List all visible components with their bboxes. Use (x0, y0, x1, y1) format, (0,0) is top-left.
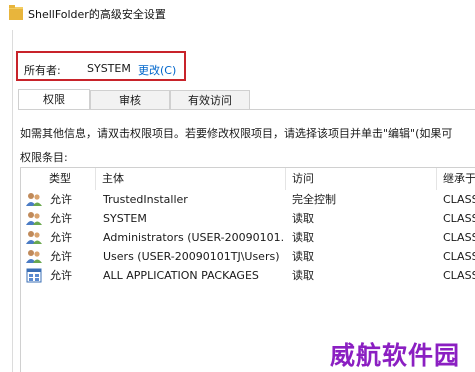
entry-principal: Users (USER-20090101TJ\Users) (103, 250, 280, 263)
column-header-access[interactable]: 访问 (286, 168, 437, 190)
entry-type: 允许 (50, 231, 72, 244)
entry-inherited-from: CLASS (443, 193, 475, 206)
entry-principal: ALL APPLICATION PACKAGES (103, 269, 259, 282)
change-owner-link[interactable]: 更改(C) (138, 62, 176, 78)
users-icon (26, 193, 42, 206)
entry-inherited-from: CLASS (443, 212, 475, 225)
window-title: ShellFolder的高级安全设置 (28, 8, 166, 21)
entry-access: 读取 (292, 250, 314, 263)
entry-type: 允许 (50, 212, 72, 225)
entry-principal: SYSTEM (103, 212, 147, 225)
entry-access: 完全控制 (292, 193, 336, 206)
table-row[interactable]: 允许 Users (USER-20090101TJ\Users) 读取 CLAS… (21, 247, 475, 266)
app-packages-icon (26, 268, 42, 283)
users-icon (26, 250, 42, 263)
users-icon (26, 212, 42, 225)
info-text: 如需其他信息，请双击权限项目。若要修改权限项目，请选择该项目并单击"编辑"(如果… (20, 127, 453, 140)
entry-type: 允许 (50, 269, 72, 282)
users-icon (26, 231, 42, 244)
tab-permissions[interactable]: 权限 (18, 89, 90, 109)
entry-inherited-from: CLASS (443, 231, 475, 244)
entry-type: 允许 (50, 193, 72, 206)
table-row[interactable]: 允许 Administrators (USER-20090101... 读取 C… (21, 228, 475, 247)
entry-type: 允许 (50, 250, 72, 263)
column-header-type[interactable]: 类型 (43, 168, 96, 190)
owner-value: SYSTEM (87, 62, 131, 75)
tab-auditing[interactable]: 审核 (90, 90, 170, 109)
tab-effective-access[interactable]: 有效访问 (170, 90, 250, 109)
entry-access: 读取 (292, 269, 314, 282)
owner-label: 所有者: (24, 64, 61, 77)
column-header-principal[interactable]: 主体 (96, 168, 286, 190)
entry-principal: TrustedInstaller (103, 193, 188, 206)
entry-inherited-from: CLASS (443, 269, 475, 282)
entry-principal: Administrators (USER-20090101... (103, 231, 283, 244)
watermark: 威航软件园 (330, 341, 461, 370)
column-header-inherited-from[interactable]: 继承于 (437, 168, 475, 190)
table-row[interactable]: 允许 TrustedInstaller 完全控制 CLASS (21, 190, 475, 209)
entry-access: 读取 (292, 212, 314, 225)
title-bar: ShellFolder的高级安全设置 (0, 0, 475, 30)
tab-divider (18, 109, 475, 110)
table-row[interactable]: 允许 ALL APPLICATION PACKAGES 读取 CLASS (21, 266, 475, 285)
entry-inherited-from: CLASS (443, 250, 475, 263)
folder-icon (9, 5, 23, 20)
permission-entries-label: 权限条目: (20, 151, 68, 164)
window-border (12, 30, 13, 372)
entry-access: 读取 (292, 231, 314, 244)
table-row[interactable]: 允许 SYSTEM 读取 CLASS (21, 209, 475, 228)
